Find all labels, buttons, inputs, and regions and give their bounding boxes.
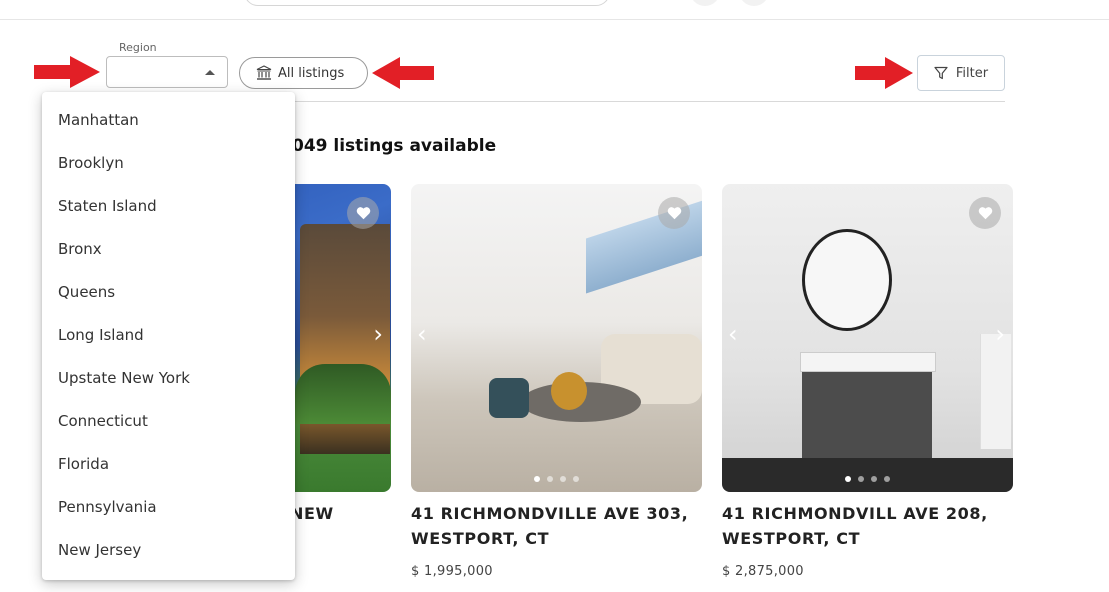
- region-select[interactable]: [106, 56, 228, 88]
- listing-card[interactable]: ‹ › 41 RICHMONDVILL AVE 208, WESTPORT, C…: [722, 184, 1013, 579]
- favorite-button[interactable]: [969, 197, 1001, 229]
- caret-up-icon: [205, 70, 215, 75]
- heart-icon: [978, 207, 992, 220]
- region-option[interactable]: Pennsylvania: [42, 486, 295, 529]
- vase-shape: [551, 372, 587, 410]
- favorite-button[interactable]: [347, 197, 379, 229]
- previous-photo-button[interactable]: ‹: [417, 322, 427, 346]
- all-listings-label: All listings: [278, 65, 345, 81]
- pagination-dot[interactable]: [871, 476, 877, 482]
- annotation-arrow-icon: [855, 57, 913, 89]
- top-search-bar[interactable]: [244, 0, 610, 6]
- region-option[interactable]: Long Island: [42, 314, 295, 357]
- pagination-dot[interactable]: [884, 476, 890, 482]
- pagination-dot[interactable]: [858, 476, 864, 482]
- listing-count: 049 listings available: [292, 136, 497, 156]
- region-label: Region: [119, 41, 157, 54]
- listing-price: $ 2,875,000: [722, 564, 804, 579]
- filter-icon: [934, 66, 948, 80]
- countertop-shape: [800, 352, 936, 372]
- photo-pagination: [411, 476, 702, 482]
- all-listings-button[interactable]: All listings: [239, 57, 368, 89]
- listing-price: $ 1,995,000: [411, 564, 493, 579]
- pagination-dot[interactable]: [560, 476, 566, 482]
- filter-button[interactable]: Filter: [917, 55, 1005, 91]
- top-icon-button[interactable]: [690, 0, 720, 6]
- listing-card[interactable]: ‹ 41 RICHMONDVILLE AVE 303, WESTPORT, CT…: [411, 184, 702, 579]
- mirror-shape: [802, 229, 892, 331]
- previous-photo-button[interactable]: ‹: [728, 322, 738, 346]
- region-option[interactable]: Bronx: [42, 228, 295, 271]
- region-option[interactable]: Upstate New York: [42, 357, 295, 400]
- pagination-dot[interactable]: [534, 476, 540, 482]
- ottoman-shape: [489, 378, 529, 418]
- annotation-arrow-icon: [34, 56, 100, 88]
- heart-icon: [356, 207, 370, 220]
- heart-icon: [667, 207, 681, 220]
- favorite-button[interactable]: [658, 197, 690, 229]
- region-option[interactable]: Connecticut: [42, 400, 295, 443]
- header-divider: [0, 19, 1109, 20]
- pagination-dot[interactable]: [547, 476, 553, 482]
- region-option[interactable]: Florida: [42, 443, 295, 486]
- annotation-arrow-icon: [372, 57, 434, 89]
- listing-photo[interactable]: ‹: [411, 184, 702, 492]
- pagination-dot[interactable]: [845, 476, 851, 482]
- listing-address[interactable]: 41 RICHMONDVILL AVE 208, WESTPORT, CT: [722, 501, 1013, 551]
- region-dropdown-menu: Manhattan Brooklyn Staten Island Bronx Q…: [42, 92, 295, 580]
- photo-pagination: [722, 476, 1013, 482]
- towel-shape: [980, 334, 1011, 449]
- region-option[interactable]: Brooklyn: [42, 142, 295, 185]
- listing-photo[interactable]: ‹ ›: [722, 184, 1013, 492]
- next-photo-button[interactable]: ›: [995, 322, 1005, 346]
- region-option[interactable]: New Jersey: [42, 529, 295, 572]
- floor-shape: [722, 458, 1013, 492]
- listing-address[interactable]: 41 RICHMONDVILLE AVE 303, WESTPORT, CT: [411, 501, 702, 551]
- next-photo-button[interactable]: ›: [373, 322, 383, 346]
- region-option[interactable]: Queens: [42, 271, 295, 314]
- region-option[interactable]: Manhattan: [42, 99, 295, 142]
- bank-icon: [256, 65, 272, 80]
- top-icon-button[interactable]: [739, 0, 769, 6]
- filter-label: Filter: [955, 65, 989, 81]
- region-option[interactable]: Staten Island: [42, 185, 295, 228]
- pagination-dot[interactable]: [573, 476, 579, 482]
- tree-shape: [295, 364, 391, 424]
